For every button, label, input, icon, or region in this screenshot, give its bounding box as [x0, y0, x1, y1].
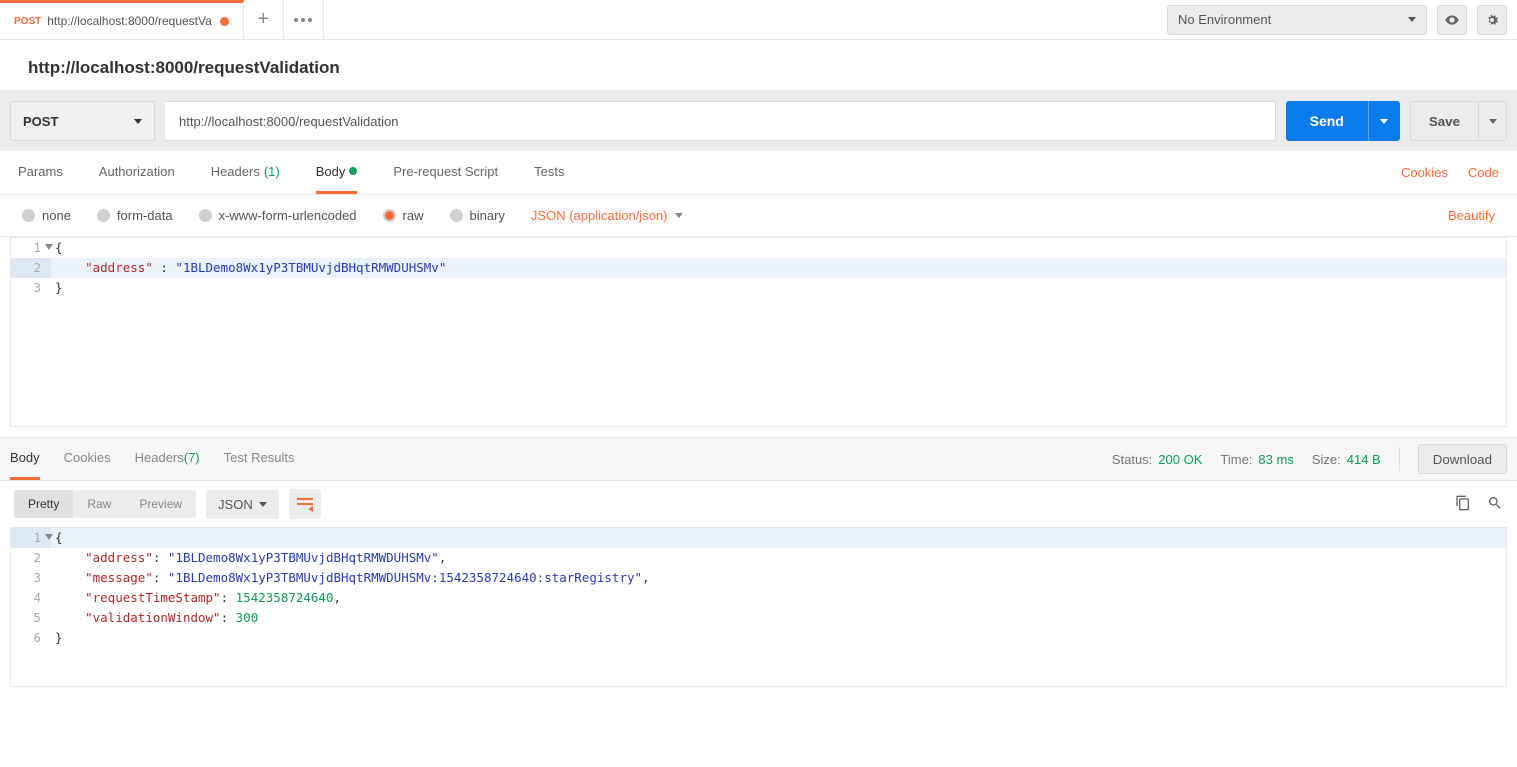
tab-method-badge: POST: [14, 16, 41, 27]
tab-params[interactable]: Params: [18, 151, 63, 194]
response-body-viewer[interactable]: 1{ 2 "address": "1BLDemo8Wx1yP3TBMUvjdBH…: [10, 527, 1507, 687]
chevron-down-icon: [675, 213, 683, 218]
fold-icon[interactable]: [45, 244, 53, 250]
view-raw-button[interactable]: Raw: [73, 490, 125, 518]
chevron-down-icon: [134, 119, 142, 124]
tab-authorization[interactable]: Authorization: [99, 151, 175, 194]
copy-icon: [1455, 495, 1471, 511]
response-tab-cookies[interactable]: Cookies: [64, 438, 111, 480]
tab-headers[interactable]: Headers (1): [211, 151, 280, 194]
method-value: POST: [23, 114, 58, 129]
body-type-urlencoded[interactable]: x-www-form-urlencoded: [199, 208, 357, 223]
body-type-binary[interactable]: binary: [450, 208, 505, 223]
page-title: http://localhost:8000/requestValidation: [28, 58, 1489, 78]
status-label: Status:: [1112, 452, 1152, 467]
search-response-button[interactable]: [1487, 495, 1503, 514]
response-headers-count: (7): [184, 450, 200, 465]
code-link[interactable]: Code: [1468, 165, 1499, 180]
send-button[interactable]: Send: [1286, 101, 1368, 141]
save-dropdown-button[interactable]: [1479, 101, 1507, 141]
fold-icon[interactable]: [45, 534, 53, 540]
response-tab-headers[interactable]: Headers (7): [135, 438, 200, 480]
view-mode-segment: Pretty Raw Preview: [14, 490, 196, 518]
size-value: 414 B: [1347, 452, 1381, 467]
chevron-down-icon: [1380, 119, 1388, 124]
request-tab[interactable]: POST http://localhost:8000/requestVa: [0, 0, 244, 39]
unsaved-dot-icon: [220, 17, 229, 26]
chevron-down-icon: [1489, 119, 1497, 124]
body-type-form-data[interactable]: form-data: [97, 208, 173, 223]
headers-count: (1): [264, 164, 280, 179]
view-pretty-button[interactable]: Pretty: [14, 490, 73, 518]
environment-label: No Environment: [1178, 12, 1271, 27]
ellipsis-icon: [294, 18, 312, 22]
beautify-link[interactable]: Beautify: [1448, 208, 1495, 223]
divider: [1399, 447, 1400, 471]
env-preview-button[interactable]: [1437, 5, 1467, 35]
response-tab-body[interactable]: Body: [10, 438, 40, 480]
response-tab-test-results[interactable]: Test Results: [224, 438, 295, 480]
gear-icon: [1484, 12, 1500, 28]
copy-response-button[interactable]: [1455, 495, 1471, 514]
cookies-link[interactable]: Cookies: [1401, 165, 1448, 180]
view-preview-button[interactable]: Preview: [125, 490, 196, 518]
send-dropdown-button[interactable]: [1368, 101, 1400, 141]
tab-overflow-button[interactable]: [284, 0, 324, 39]
plus-icon: +: [257, 8, 269, 31]
body-type-raw[interactable]: raw: [383, 208, 424, 223]
eye-icon: [1444, 12, 1460, 28]
url-input[interactable]: [165, 101, 1276, 141]
tab-tests[interactable]: Tests: [534, 151, 564, 194]
search-icon: [1487, 495, 1503, 511]
download-button[interactable]: Download: [1418, 444, 1507, 474]
wrap-lines-button[interactable]: [289, 489, 321, 519]
wrap-icon: [297, 498, 313, 510]
environment-select[interactable]: No Environment: [1167, 5, 1427, 35]
content-type-select[interactable]: JSON (application/json): [531, 208, 684, 223]
tab-prerequest[interactable]: Pre-request Script: [393, 151, 498, 194]
request-body-editor[interactable]: 1{ 2 "address" : "1BLDemo8Wx1yP3TBMUvjdB…: [10, 237, 1507, 427]
time-label: Time:: [1220, 452, 1252, 467]
time-value: 83 ms: [1258, 452, 1293, 467]
settings-button[interactable]: [1477, 5, 1507, 35]
chevron-down-icon: [1408, 17, 1416, 22]
size-label: Size:: [1312, 452, 1341, 467]
body-type-none[interactable]: none: [22, 208, 71, 223]
method-select[interactable]: POST: [10, 101, 155, 141]
status-value: 200 OK: [1158, 452, 1202, 467]
body-dot-icon: [349, 167, 357, 175]
response-format-select[interactable]: JSON: [206, 490, 279, 519]
chevron-down-icon: [259, 502, 267, 507]
save-button[interactable]: Save: [1410, 101, 1479, 141]
tab-body[interactable]: Body: [316, 151, 358, 194]
new-tab-button[interactable]: +: [244, 0, 284, 39]
tab-title: http://localhost:8000/requestVa: [47, 14, 212, 28]
